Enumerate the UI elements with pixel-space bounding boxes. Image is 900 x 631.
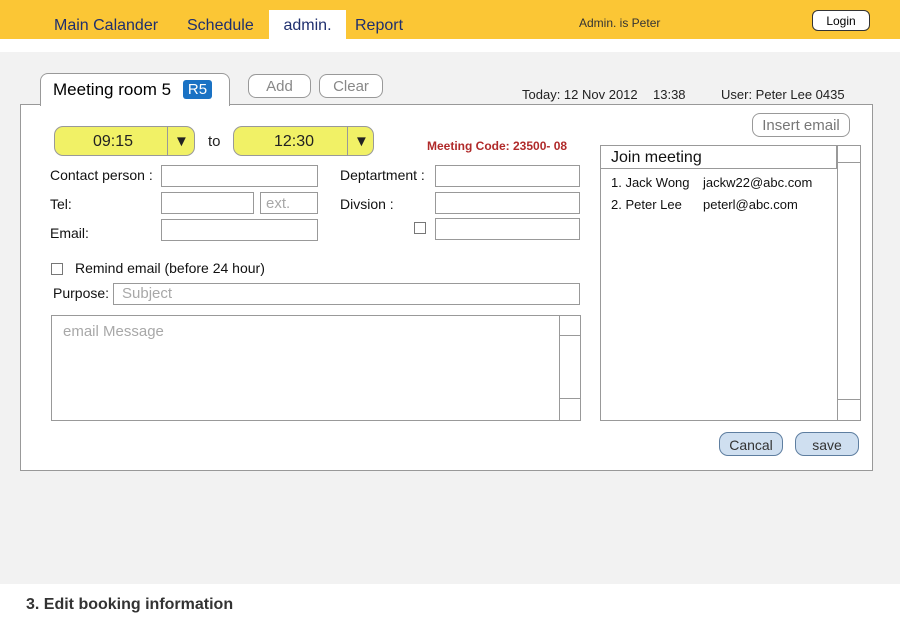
contact-person-field[interactable] <box>161 165 318 187</box>
scroll-up-button[interactable] <box>559 335 581 336</box>
purpose-label: Purpose: <box>53 285 110 301</box>
end-time-divider <box>347 126 348 156</box>
to-label: to <box>208 133 221 150</box>
login-button[interactable]: Login <box>812 10 870 31</box>
division-field[interactable] <box>435 192 580 214</box>
start-time-divider <box>167 126 168 156</box>
add-button[interactable]: Add <box>248 74 311 98</box>
tel-label: Tel: <box>50 196 72 212</box>
department-field[interactable] <box>435 165 580 187</box>
today-date: Today: 12 Nov 2012 <box>522 87 638 102</box>
department-label: Deptartment : <box>340 167 425 183</box>
clear-button[interactable]: Clear <box>319 74 383 98</box>
email-label: Email: <box>50 225 89 241</box>
end-time-value: 12:30 <box>274 133 315 150</box>
email-message-placeholder: email Message <box>63 323 164 340</box>
tel-field[interactable] <box>161 192 254 214</box>
subject-placeholder: Subject <box>122 285 173 302</box>
nav-schedule[interactable]: Schedule <box>187 10 254 39</box>
nav-admin[interactable]: admin. <box>269 10 346 39</box>
extra-field[interactable] <box>435 218 580 240</box>
save-button[interactable]: save <box>795 432 859 456</box>
join-meeting-title: Join meeting <box>611 149 702 166</box>
email-field[interactable] <box>161 219 318 241</box>
tab-label: Meeting room 5 <box>53 80 172 99</box>
insert-email-button[interactable]: Insert email <box>752 113 850 137</box>
join-list-scrollbar[interactable] <box>837 145 838 421</box>
chevron-down-icon[interactable]: ▼ <box>174 133 189 150</box>
meeting-code: Meeting Code: 23500- 08 <box>427 139 568 153</box>
current-time: 13:38 <box>653 87 686 102</box>
attendee-email[interactable]: peterl@abc.com <box>703 197 798 212</box>
room-badge: R5 <box>183 80 212 99</box>
current-user: User: Peter Lee 0435 <box>721 87 845 102</box>
nav-main-calendar[interactable]: Main Calander <box>54 10 158 39</box>
chevron-down-icon[interactable]: ▼ <box>354 133 369 150</box>
division-label: Divsion : <box>340 196 394 212</box>
remind-email-checkbox[interactable] <box>51 263 63 275</box>
remind-email-label: Remind email (before 24 hour) <box>75 260 265 276</box>
subject-field[interactable] <box>113 283 580 305</box>
attendee-name[interactable]: 2. Peter Lee <box>611 197 682 212</box>
ext-placeholder: ext. <box>266 195 291 212</box>
nav-report[interactable]: Report <box>355 10 403 39</box>
extra-checkbox[interactable] <box>414 222 426 234</box>
message-scrollbar[interactable] <box>559 315 560 421</box>
attendee-name[interactable]: 1. Jack Wong <box>611 175 690 190</box>
page-caption: 3. Edit booking information <box>26 596 234 613</box>
attendee-email[interactable]: jackw22@abc.com <box>703 175 812 190</box>
cancel-button[interactable]: Cancal <box>719 432 783 456</box>
join-scroll-up[interactable] <box>837 162 861 163</box>
admin-info: Admin. is Peter <box>579 16 661 30</box>
contact-person-label: Contact person : <box>50 167 153 183</box>
scroll-down-button[interactable] <box>559 398 581 399</box>
join-scroll-down[interactable] <box>837 399 861 400</box>
start-time-value: 09:15 <box>93 133 134 150</box>
